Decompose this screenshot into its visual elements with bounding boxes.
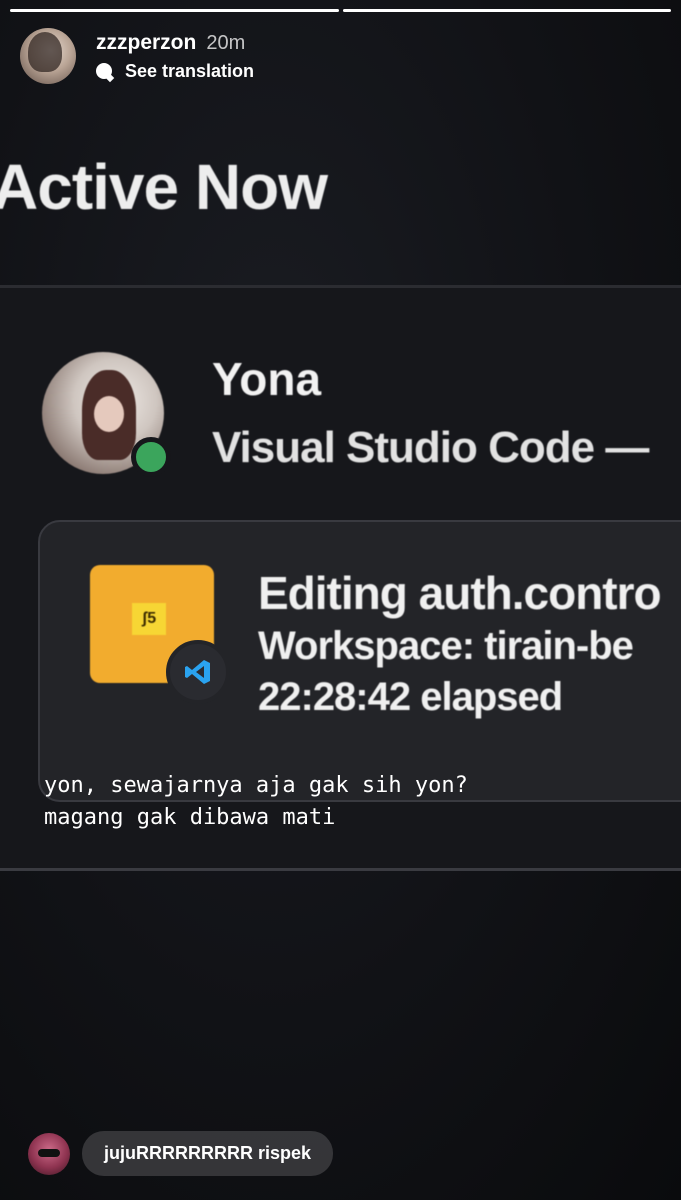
reply-avatar[interactable]: [28, 1132, 70, 1175]
story-caption: yon, sewajarnya aja gak sih yon? magang g…: [44, 770, 468, 834]
online-status-dot: [131, 437, 171, 477]
progress-segment-2: [342, 9, 671, 12]
post-time: 20m: [206, 31, 246, 54]
caption-line-2: magang gak dibawa mati: [44, 805, 336, 830]
activity-editing: Editing auth.contro: [258, 567, 662, 619]
see-translation-label: See translation: [125, 60, 255, 81]
see-translation-button[interactable]: See translation: [96, 61, 254, 82]
caption-line-1: yon, sewajarnya aja gak sih yon?: [44, 773, 468, 798]
username[interactable]: zzzperzon: [96, 31, 196, 55]
reply-bubble[interactable]: jujuRRRRRRRRR rispek: [82, 1131, 334, 1176]
friend-name: Yona: [212, 353, 322, 405]
story-viewer[interactable]: zzzperzon 20m See translation Active Now…: [0, 0, 681, 1200]
activity-details: Editing auth.contro Workspace: tirain-be…: [258, 566, 662, 720]
activity-workspace: Workspace: tirain-be: [258, 624, 634, 668]
story-progress: [10, 9, 671, 12]
active-now-heading: Active Now: [0, 151, 328, 223]
progress-fill-1: [10, 9, 339, 12]
story-header: zzzperzon 20m See translation: [20, 28, 254, 84]
speech-bubble-icon: [96, 63, 112, 79]
activity-elapsed: 22:28:42 elapsed: [258, 675, 563, 719]
progress-fill-2: [342, 9, 671, 12]
friend-app-name: Visual Studio Code —: [212, 423, 649, 472]
reply-row: jujuRRRRRRRRR rispek: [28, 1131, 334, 1176]
user-meta: zzzperzon 20m See translation: [96, 31, 254, 82]
user-avatar[interactable]: [20, 28, 76, 84]
js-badge: ʃ5: [132, 603, 166, 635]
user-line: zzzperzon 20m: [96, 31, 254, 55]
vscode-icon: [166, 640, 230, 704]
progress-segment-1: [10, 9, 339, 12]
